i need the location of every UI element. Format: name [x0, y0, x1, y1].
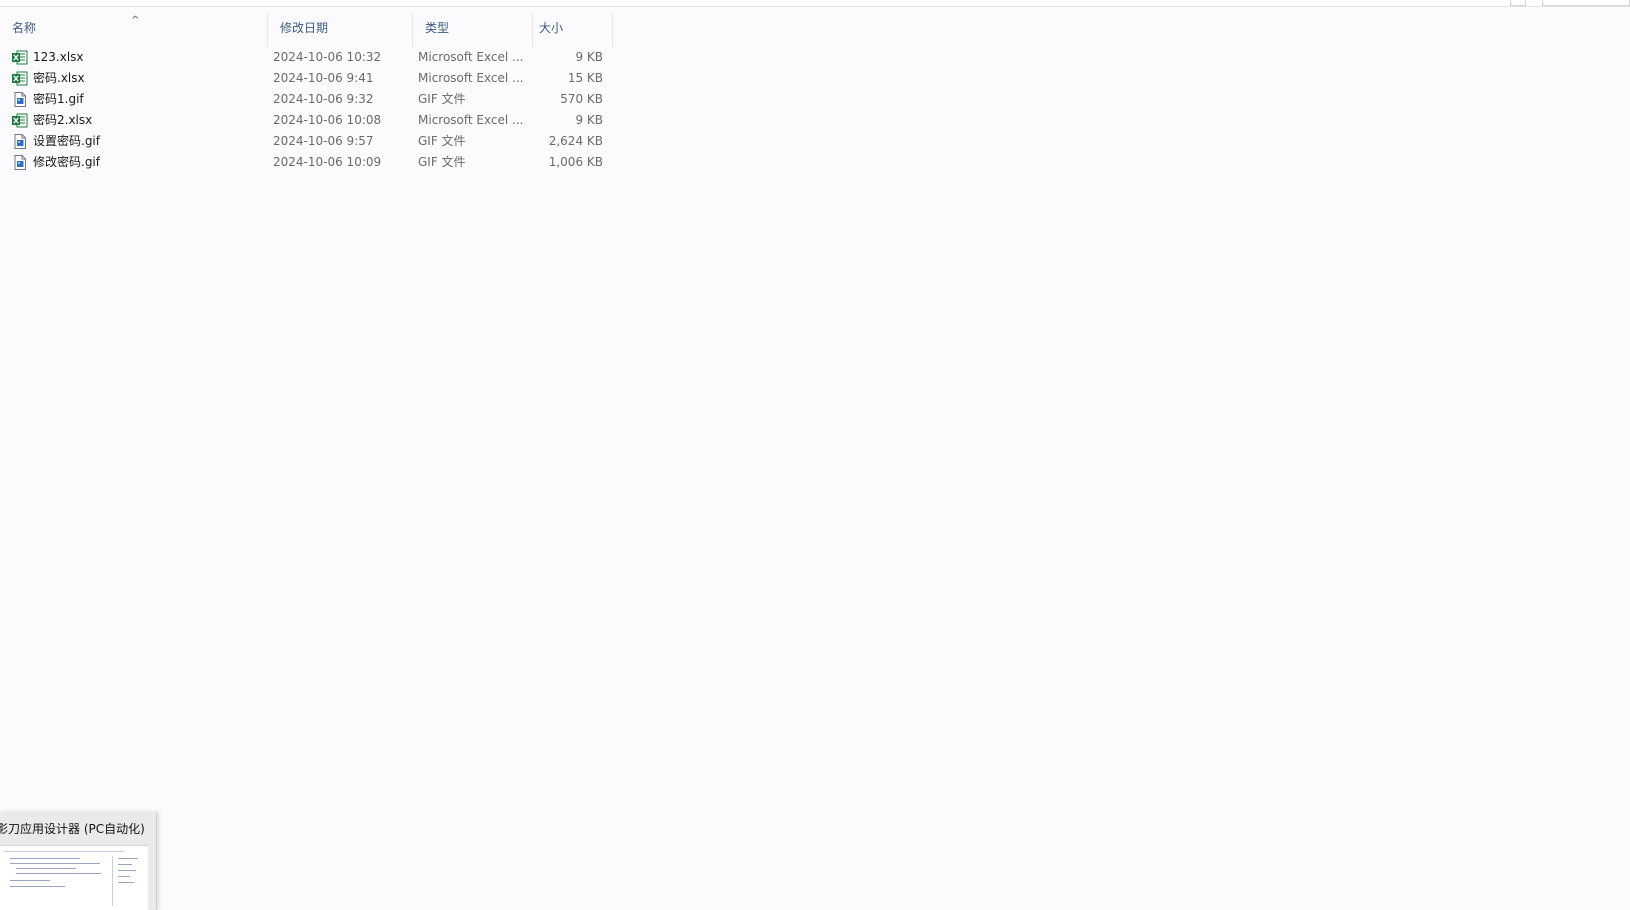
file-date: 2024-10-06 9:57 — [273, 134, 374, 148]
gif-file-icon — [14, 155, 26, 170]
file-type: Microsoft Excel ... — [418, 113, 524, 127]
file-name: 123.xlsx — [33, 50, 84, 64]
gif-file-icon — [14, 92, 26, 107]
column-header-size[interactable]: 大小 — [533, 7, 613, 49]
file-row[interactable]: 密码2.xlsx 2024-10-06 10:08 Microsoft Exce… — [0, 110, 612, 131]
file-size: 570 KB — [560, 92, 603, 106]
excel-file-icon — [12, 71, 28, 86]
refresh-button[interactable] — [1510, 0, 1526, 6]
excel-file-icon — [12, 50, 28, 65]
file-size: 9 KB — [575, 50, 603, 64]
excel-file-icon — [12, 113, 28, 128]
file-date: 2024-10-06 10:32 — [273, 50, 382, 64]
column-header-type-label: 类型 — [425, 21, 450, 35]
file-row[interactable]: 密码1.gif 2024-10-06 9:32 GIF 文件 570 KB — [0, 89, 612, 110]
file-type: Microsoft Excel ... — [418, 71, 524, 85]
file-size: 2,624 KB — [548, 134, 603, 148]
file-type: GIF 文件 — [418, 155, 466, 169]
file-row[interactable]: 设置密码.gif 2024-10-06 9:57 GIF 文件 2,624 KB — [0, 131, 612, 152]
file-name: 设置密码.gif — [33, 134, 100, 148]
file-row[interactable]: 密码.xlsx 2024-10-06 9:41 Microsoft Excel … — [0, 68, 612, 89]
file-explorer-window: 名称 ^ 修改日期 类型 大小 123.xlsx 2024-10-06 10:3… — [0, 0, 1630, 910]
address-bar-strip — [0, 0, 1630, 7]
file-date: 2024-10-06 9:32 — [273, 92, 374, 106]
taskbar-preview-title: 影刀应用设计器 (PC自动化) — [0, 822, 145, 836]
file-type: GIF 文件 — [418, 134, 466, 148]
sort-ascending-icon: ^ — [131, 15, 140, 26]
file-size: 1,006 KB — [548, 155, 603, 169]
file-date: 2024-10-06 10:09 — [273, 155, 382, 169]
file-name: 密码1.gif — [33, 92, 84, 106]
file-date: 2024-10-06 10:08 — [273, 113, 382, 127]
gif-file-icon — [14, 134, 26, 149]
column-header-name-label: 名称 — [12, 21, 37, 35]
column-header-row: 名称 ^ 修改日期 类型 大小 — [0, 7, 613, 49]
file-size: 15 KB — [567, 71, 603, 85]
column-header-date[interactable]: 修改日期 — [268, 7, 413, 49]
search-box[interactable] — [1542, 0, 1630, 6]
column-header-size-label: 大小 — [539, 21, 564, 35]
file-row[interactable]: 123.xlsx 2024-10-06 10:32 Microsoft Exce… — [0, 47, 612, 68]
column-header-date-label: 修改日期 — [280, 21, 329, 35]
file-name: 修改密码.gif — [33, 155, 100, 169]
column-header-name[interactable]: 名称 ^ — [0, 7, 268, 49]
file-name: 密码.xlsx — [33, 71, 85, 85]
file-row[interactable]: 修改密码.gif 2024-10-06 10:09 GIF 文件 1,006 K… — [0, 152, 612, 173]
taskbar-window-preview[interactable]: 影刀应用设计器 (PC自动化) — [0, 812, 157, 910]
column-header-type[interactable]: 类型 — [413, 7, 533, 49]
taskbar-preview-thumbnail[interactable] — [0, 845, 148, 910]
file-name: 密码2.xlsx — [33, 113, 93, 127]
file-type: GIF 文件 — [418, 92, 466, 106]
file-type: Microsoft Excel ... — [418, 50, 524, 64]
column-divider[interactable] — [612, 13, 613, 47]
file-date: 2024-10-06 9:41 — [273, 71, 374, 85]
file-size: 9 KB — [575, 113, 603, 127]
